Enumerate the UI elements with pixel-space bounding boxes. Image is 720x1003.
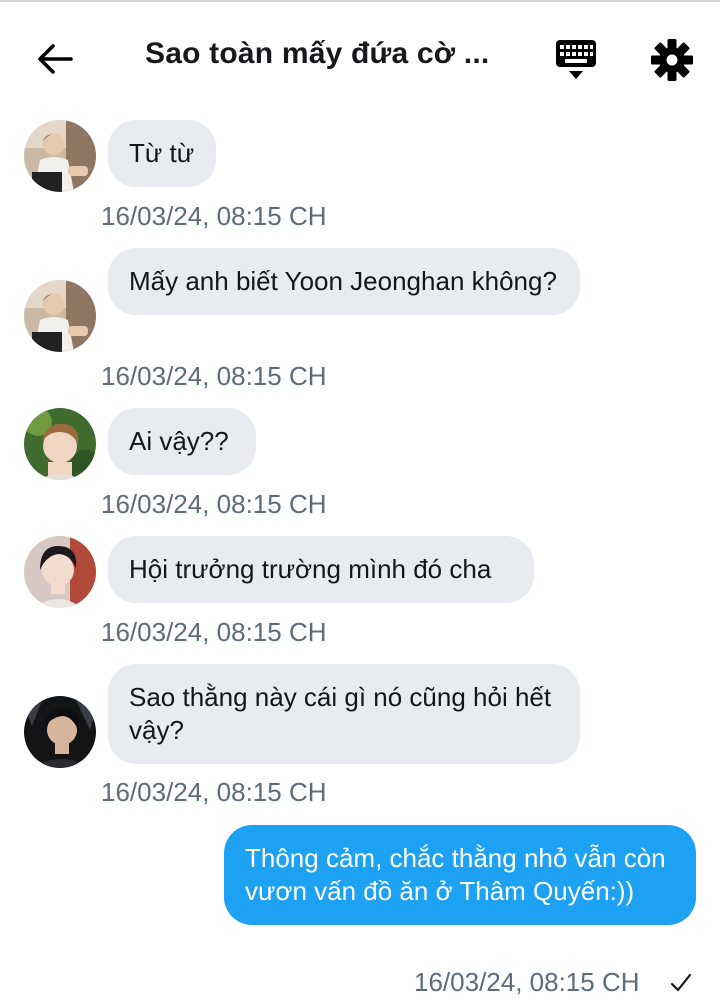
message-timestamp: 16/03/24, 08:15 CH <box>101 201 327 231</box>
avatar[interactable] <box>24 696 96 768</box>
settings-button[interactable] <box>648 36 696 84</box>
outgoing-message-timestamp: 16/03/24, 08:15 CH <box>414 967 640 997</box>
message-timestamp: 16/03/24, 08:15 CH <box>101 489 327 519</box>
message-timestamp: 16/03/24, 08:15 CH <box>101 617 327 647</box>
avatar[interactable] <box>24 280 96 352</box>
arrow-left-icon <box>38 44 73 74</box>
message-timestamp: 16/03/24, 08:15 CH <box>101 777 327 807</box>
avatar[interactable] <box>24 408 96 480</box>
conversation-title: Sao toàn mấy đứa cờ ... <box>145 37 490 70</box>
message-bubble[interactable]: Hội trưởng trường mình đó cha <box>108 536 534 603</box>
back-button[interactable] <box>32 36 78 82</box>
gear-icon <box>651 39 693 81</box>
outgoing-message-bubble[interactable]: Thông cảm, chắc thằng nhỏ vẫn còn vươn v… <box>224 825 696 925</box>
message-timestamp: 16/03/24, 08:15 CH <box>101 361 327 391</box>
checkmark-icon <box>670 973 692 992</box>
avatar[interactable] <box>24 536 96 608</box>
message-bubble[interactable]: Sao thằng này cái gì nó cũng hỏi hết vậy… <box>108 664 580 764</box>
message-bubble[interactable]: Từ từ <box>108 120 216 187</box>
message-bubble[interactable]: Mấy anh biết Yoon Jeonghan không? <box>108 248 580 315</box>
keyboard-icon <box>556 40 596 79</box>
message-bubble[interactable]: Ai vậy?? <box>108 408 256 475</box>
chat-header: Sao toàn mấy đứa cờ ... <box>0 2 720 102</box>
keyboard-button[interactable] <box>552 36 600 84</box>
avatar[interactable] <box>24 120 96 192</box>
